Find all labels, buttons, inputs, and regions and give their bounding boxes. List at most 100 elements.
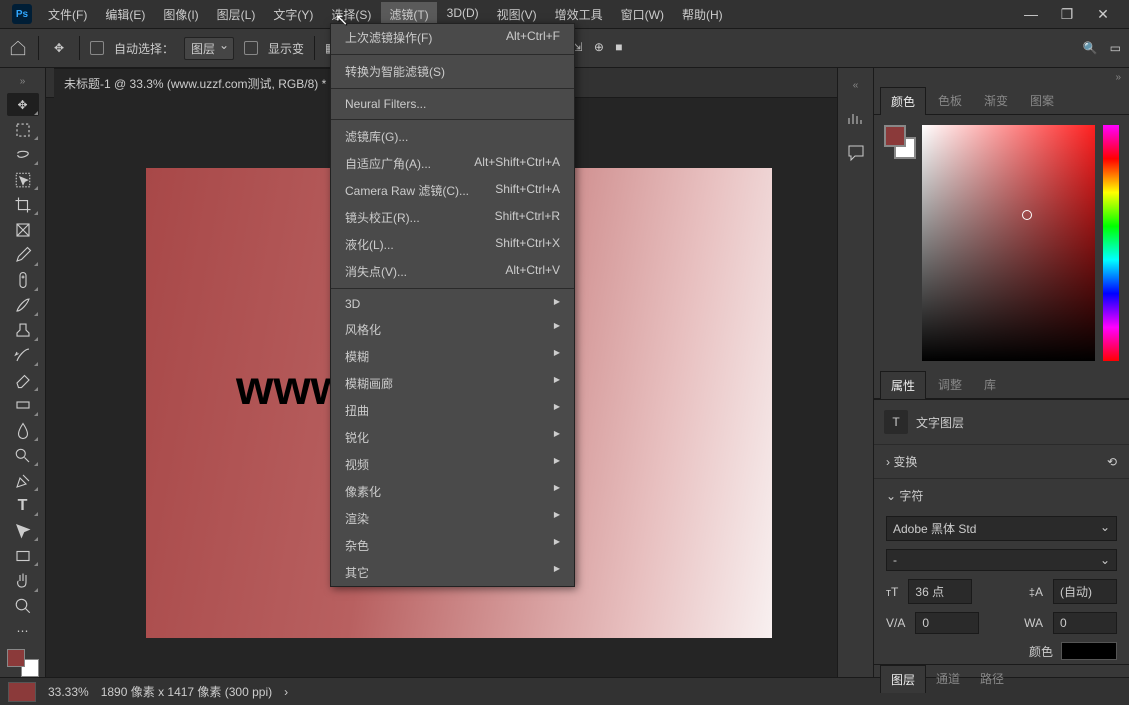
hand-tool[interactable] <box>7 569 39 592</box>
prop-tabs-tab[interactable]: 库 <box>974 371 1006 398</box>
properties-title: 文字图层 <box>916 414 964 431</box>
auto-select-checkbox[interactable] <box>90 41 104 55</box>
maximize-button[interactable]: ❐ <box>1053 6 1081 23</box>
show-transform-checkbox[interactable] <box>244 41 258 55</box>
filter-menu-item[interactable]: 液化(L)...Shift+Ctrl+X <box>331 231 574 258</box>
marquee-tool[interactable] <box>7 118 39 141</box>
toolbox-collapse[interactable]: » <box>16 72 30 91</box>
eraser-tool[interactable] <box>7 369 39 392</box>
dodge-tool[interactable] <box>7 444 39 467</box>
target-dropdown[interactable]: 图层 <box>184 37 234 60</box>
panels-collapse[interactable]: » <box>874 68 1129 87</box>
kerning-input[interactable]: 0 <box>1053 612 1117 634</box>
color-tabs-tab[interactable]: 色板 <box>928 87 972 114</box>
move-tool[interactable]: ✥ <box>7 93 39 116</box>
color-swatches[interactable] <box>884 125 914 361</box>
search-icon[interactable]: 🔍 <box>1083 41 1098 55</box>
comments-icon[interactable] <box>846 143 866 163</box>
type-tool[interactable]: T <box>7 494 39 517</box>
filter-menu-item[interactable]: 转换为智能滤镜(S) <box>331 58 574 85</box>
doc-info-arrow[interactable]: › <box>284 685 288 699</box>
document-tab[interactable]: 未标题-1 @ 33.3% (www.uzzf.com测试, RGB/8) * <box>54 68 336 98</box>
layer-tabs-tab[interactable]: 通道 <box>926 665 970 692</box>
filter-menu-item[interactable]: 3D <box>331 292 574 316</box>
filter-menu-item[interactable]: 视频 <box>331 451 574 478</box>
filter-menu-item[interactable]: Neural Filters... <box>331 92 574 116</box>
tracking-icon: V/A <box>886 616 905 630</box>
filter-menu-item[interactable]: 渲染 <box>331 505 574 532</box>
filter-menu-item[interactable]: 锐化 <box>331 424 574 451</box>
edit-toolbar[interactable]: ⋯ <box>7 620 39 643</box>
filter-menu-item[interactable]: 扭曲 <box>331 397 574 424</box>
leading-input[interactable]: (自动) <box>1053 579 1117 604</box>
filter-menu-item[interactable]: 风格化 <box>331 316 574 343</box>
tracking-input[interactable]: 0 <box>915 612 979 634</box>
menu-11[interactable]: 帮助(H) <box>674 2 731 27</box>
layer-tabs-tab[interactable]: 路径 <box>970 665 1014 692</box>
menu-2[interactable]: 图像(I) <box>155 2 206 27</box>
healing-tool[interactable] <box>7 269 39 292</box>
brush-tool[interactable] <box>7 294 39 317</box>
filter-menu-item[interactable]: 模糊画廊 <box>331 370 574 397</box>
histogram-icon[interactable] <box>846 109 866 129</box>
menu-1[interactable]: 编辑(E) <box>97 2 153 27</box>
menu-10[interactable]: 窗口(W) <box>613 2 672 27</box>
path-select-tool[interactable] <box>7 519 39 542</box>
workspace-icon[interactable]: ▭ <box>1110 41 1121 55</box>
type-layer-icon: T <box>884 410 908 434</box>
minimize-button[interactable]: — <box>1017 6 1045 23</box>
menu-3[interactable]: 图层(L) <box>209 2 264 27</box>
filter-menu-item[interactable]: Camera Raw 滤镜(C)...Shift+Ctrl+A <box>331 177 574 204</box>
blur-tool[interactable] <box>7 419 39 442</box>
font-family-dropdown[interactable]: Adobe 黑体 Std <box>886 516 1117 541</box>
kerning-icon: WA <box>1024 616 1043 630</box>
text-color-swatch[interactable] <box>1061 642 1117 660</box>
pen-tool[interactable] <box>7 469 39 492</box>
transform-section[interactable]: › 变换⟲ <box>874 444 1129 478</box>
color-panel <box>874 115 1129 371</box>
eyedropper-tool[interactable] <box>7 243 39 266</box>
font-size-icon: тT <box>886 585 898 599</box>
properties-panel: T 文字图层 › 变换⟲ ⌄ 字符 Adobe 黑体 Std - тT 36 点… <box>874 399 1129 664</box>
color-field[interactable] <box>922 125 1095 361</box>
menu-4[interactable]: 文字(Y) <box>265 2 321 27</box>
color-tabs-tab[interactable]: 渐变 <box>974 87 1018 114</box>
lasso-tool[interactable] <box>7 143 39 166</box>
filter-menu-item[interactable]: 杂色 <box>331 532 574 559</box>
stamp-tool[interactable] <box>7 319 39 342</box>
home-icon[interactable] <box>8 38 28 58</box>
prop-tabs-tab[interactable]: 调整 <box>928 371 972 398</box>
hue-slider[interactable] <box>1103 125 1119 361</box>
zoom-level[interactable]: 33.33% <box>48 685 89 699</box>
foreground-background-colors[interactable] <box>7 649 39 677</box>
filter-menu-item[interactable]: 模糊 <box>331 343 574 370</box>
object-select-tool[interactable] <box>7 168 39 191</box>
filter-menu-item[interactable]: 消失点(V)...Alt+Ctrl+V <box>331 258 574 285</box>
font-size-input[interactable]: 36 点 <box>908 579 972 604</box>
color-tabs-tab[interactable]: 颜色 <box>880 87 926 115</box>
strip-collapse[interactable]: « <box>849 76 863 95</box>
rectangle-tool[interactable] <box>7 544 39 567</box>
filter-menu-item[interactable]: 滤镜库(G)... <box>331 123 574 150</box>
character-section[interactable]: ⌄ 字符 <box>874 478 1129 512</box>
zoom-tool[interactable] <box>7 595 39 618</box>
layer-tabs-tab[interactable]: 图层 <box>880 665 926 693</box>
filter-menu: 上次滤镜操作(F)Alt+Ctrl+F转换为智能滤镜(S)Neural Filt… <box>330 23 575 587</box>
frame-tool[interactable] <box>7 218 39 241</box>
history-brush-tool[interactable] <box>7 344 39 367</box>
move-tool-icon[interactable]: ✥ <box>49 38 69 58</box>
color-tabs-tab[interactable]: 图案 <box>1020 87 1064 114</box>
font-style-dropdown[interactable]: - <box>886 549 1117 571</box>
close-button[interactable]: ✕ <box>1089 6 1117 23</box>
gradient-tool[interactable] <box>7 394 39 417</box>
filter-menu-item[interactable]: 自适应广角(A)...Alt+Shift+Ctrl+A <box>331 150 574 177</box>
menu-0[interactable]: 文件(F) <box>40 2 95 27</box>
status-color-swatch[interactable] <box>8 682 36 702</box>
filter-menu-item[interactable]: 镜头校正(R)...Shift+Ctrl+R <box>331 204 574 231</box>
text-color-label: 颜色 <box>1029 643 1053 660</box>
filter-menu-item[interactable]: 像素化 <box>331 478 574 505</box>
auto-select-label: 自动选择： <box>114 40 174 57</box>
prop-tabs-tab[interactable]: 属性 <box>880 371 926 399</box>
crop-tool[interactable] <box>7 193 39 216</box>
filter-menu-item[interactable]: 其它 <box>331 559 574 586</box>
